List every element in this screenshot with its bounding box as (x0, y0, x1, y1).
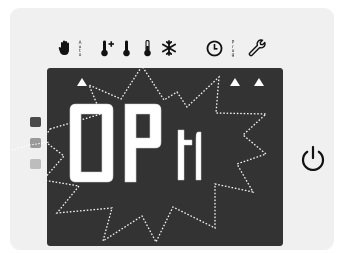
svg-text:o: o (79, 52, 82, 56)
wrench-icon (248, 39, 266, 57)
lcd-graphics (41, 64, 268, 244)
sub-segment-text (177, 129, 202, 181)
svg-text:g: g (232, 52, 235, 57)
clock-icon (206, 40, 223, 57)
thermometer-icon (123, 40, 130, 57)
mode-arrow-manual (77, 78, 87, 86)
thermometer-plus-icon (101, 40, 114, 57)
hand-icon (58, 40, 69, 55)
lcd-display: OP t1 (41, 64, 283, 246)
auto-mode-label: A u t o (77, 40, 83, 57)
mode-arrow-clock (230, 78, 240, 86)
power-button[interactable] (298, 144, 328, 174)
indicator-dotted-lines (12, 141, 51, 151)
snowflake-icon (161, 40, 177, 56)
thermometer-low-icon (144, 40, 151, 57)
indicator-square-bottom (30, 159, 41, 169)
main-segment-text (69, 103, 162, 183)
top-icon-row: A u t o P r o g (0, 0, 337, 70)
mode-arrow-settings (254, 78, 264, 86)
program-mode-label: P r o g (230, 39, 236, 58)
